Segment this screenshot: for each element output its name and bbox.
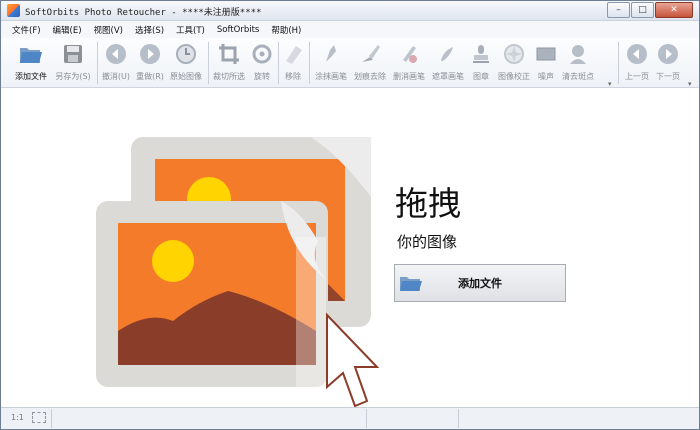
status-cell [458, 409, 699, 428]
minimize-button[interactable]: – [607, 2, 630, 18]
smudge-brush-icon [319, 42, 343, 66]
undo-icon [104, 42, 128, 66]
toolbar-overflow-icon[interactable]: ▾ [688, 80, 692, 88]
previous-page-icon [625, 42, 649, 66]
smudge-brush-tool-label: 涂抹画笔 [315, 72, 347, 81]
undo-tool[interactable]: 撤消(U) [100, 40, 132, 86]
menu-view[interactable]: 视图(V) [94, 24, 123, 36]
rotate-icon [250, 42, 274, 66]
stamp-icon [469, 42, 493, 66]
save-as-tool-label: 另存为(S) [55, 72, 91, 81]
add-files-tool-label: 添加文件 [15, 72, 47, 81]
drop-subheading: 你的图像 [397, 233, 458, 251]
window-title: SoftOrbits Photo Retoucher - ****未注册版***… [25, 8, 262, 18]
mask-brush-icon [436, 42, 460, 66]
toolbar-separator [309, 42, 310, 84]
scratch-removal-tool[interactable]: 划痕去除 [351, 40, 389, 86]
remove-icon [281, 42, 305, 66]
menu-select[interactable]: 选择(S) [135, 24, 164, 36]
crop-icon [217, 42, 241, 66]
menu-bar: 文件(F) 编辑(E) 视图(V) 选择(S) 工具(T) SoftOrbits… [1, 21, 699, 38]
status-bar: 1:1 [1, 407, 699, 429]
front-photo-illustration [96, 201, 328, 387]
mask-brush-tool-label: 遮罩画笔 [432, 72, 464, 81]
save-icon [61, 42, 85, 66]
noise-tool-label: 噪声 [538, 72, 554, 81]
status-cell [51, 409, 366, 428]
next-page-tool-label: 下一页 [656, 72, 680, 81]
app-window: SoftOrbits Photo Retoucher - ****未注册版***… [0, 0, 700, 430]
menu-edit[interactable]: 编辑(E) [53, 24, 82, 36]
menu-help[interactable]: 帮助(H) [271, 24, 301, 36]
redo-tool[interactable]: 重做(R) [134, 40, 166, 86]
original-image-tool-label: 原始图像 [170, 72, 202, 81]
scratch-removal-tool-label: 划痕去除 [354, 72, 386, 81]
app-logo-icon [7, 4, 20, 17]
stamp-tool-label: 图章 [473, 72, 489, 81]
image-correction-tool-label: 图像校正 [498, 72, 530, 81]
mask-brush-tool[interactable]: 遮罩画笔 [429, 40, 467, 86]
toolbar-overflow-icon[interactable]: ▾ [608, 80, 612, 88]
add-files-button[interactable]: 添加文件 [394, 264, 566, 302]
redo-icon [138, 42, 162, 66]
erase-brush-icon [397, 42, 421, 66]
menu-softorbits[interactable]: SoftOrbits [217, 25, 259, 35]
toolbar-separator [618, 42, 619, 84]
toolbar-separator [97, 42, 98, 84]
fit-screen-icon[interactable] [32, 412, 46, 423]
crop-tool-label: 裁切所选 [213, 72, 245, 81]
stamp-tool[interactable]: 图章 [468, 40, 494, 86]
window-controls: – □ ✕ [607, 2, 693, 18]
scratch-removal-icon [358, 42, 382, 66]
add-files-tool[interactable]: 添加文件 [13, 40, 49, 86]
next-page-tool[interactable]: 下一页 [653, 40, 683, 86]
spot-removal-tool[interactable]: 清去斑点 [559, 40, 597, 86]
image-correction-icon [502, 42, 526, 66]
drop-heading: 拖拽 [395, 184, 461, 223]
open-folder-icon [399, 274, 423, 295]
erase-brush-tool[interactable]: 删消画笔 [390, 40, 428, 86]
next-page-icon [656, 42, 680, 66]
redo-tool-label: 重做(R) [136, 72, 164, 81]
close-button[interactable]: ✕ [655, 2, 693, 18]
toolbar-separator [208, 42, 209, 84]
zoom-level: 1:1 [11, 413, 24, 422]
rotate-tool[interactable]: 旋转 [249, 40, 275, 86]
undo-tool-label: 撤消(U) [101, 72, 131, 81]
previous-page-tool[interactable]: 上一页 [622, 40, 652, 86]
open-folder-icon [19, 42, 43, 66]
drop-images-illustration [96, 137, 380, 408]
pointer-cursor-icon [326, 312, 380, 408]
crop-tool[interactable]: 裁切所选 [210, 40, 248, 86]
menu-file[interactable]: 文件(F) [12, 24, 41, 36]
drop-area[interactable]: 拖拽 你的图像 添加文件 [1, 89, 699, 408]
previous-page-tool-label: 上一页 [625, 72, 649, 81]
status-cell [366, 409, 458, 428]
save-as-tool[interactable]: 另存为(S) [52, 40, 94, 86]
rotate-tool-label: 旋转 [254, 72, 270, 81]
spot-removal-tool-label: 清去斑点 [562, 72, 594, 81]
original-image-icon [174, 42, 198, 66]
toolbar-separator [278, 42, 279, 84]
erase-brush-tool-label: 删消画笔 [393, 72, 425, 81]
spot-removal-icon [566, 42, 590, 66]
remove-tool-label: 移除 [285, 72, 301, 81]
image-correction-tool[interactable]: 图像校正 [495, 40, 533, 86]
toolbar: 添加文件 另存为(S) 撤消(U) 重做(R) 原始图像 裁切所选 旋转 移除 … [1, 38, 699, 88]
noise-icon [534, 42, 558, 66]
title-bar: SoftOrbits Photo Retoucher - ****未注册版***… [1, 1, 699, 21]
remove-tool[interactable]: 移除 [280, 40, 306, 86]
original-image-tool[interactable]: 原始图像 [167, 40, 205, 86]
smudge-brush-tool[interactable]: 涂抹画笔 [312, 40, 350, 86]
maximize-button[interactable]: □ [631, 2, 654, 18]
menu-tools[interactable]: 工具(T) [176, 24, 205, 36]
noise-tool[interactable]: 噪声 [534, 40, 558, 86]
